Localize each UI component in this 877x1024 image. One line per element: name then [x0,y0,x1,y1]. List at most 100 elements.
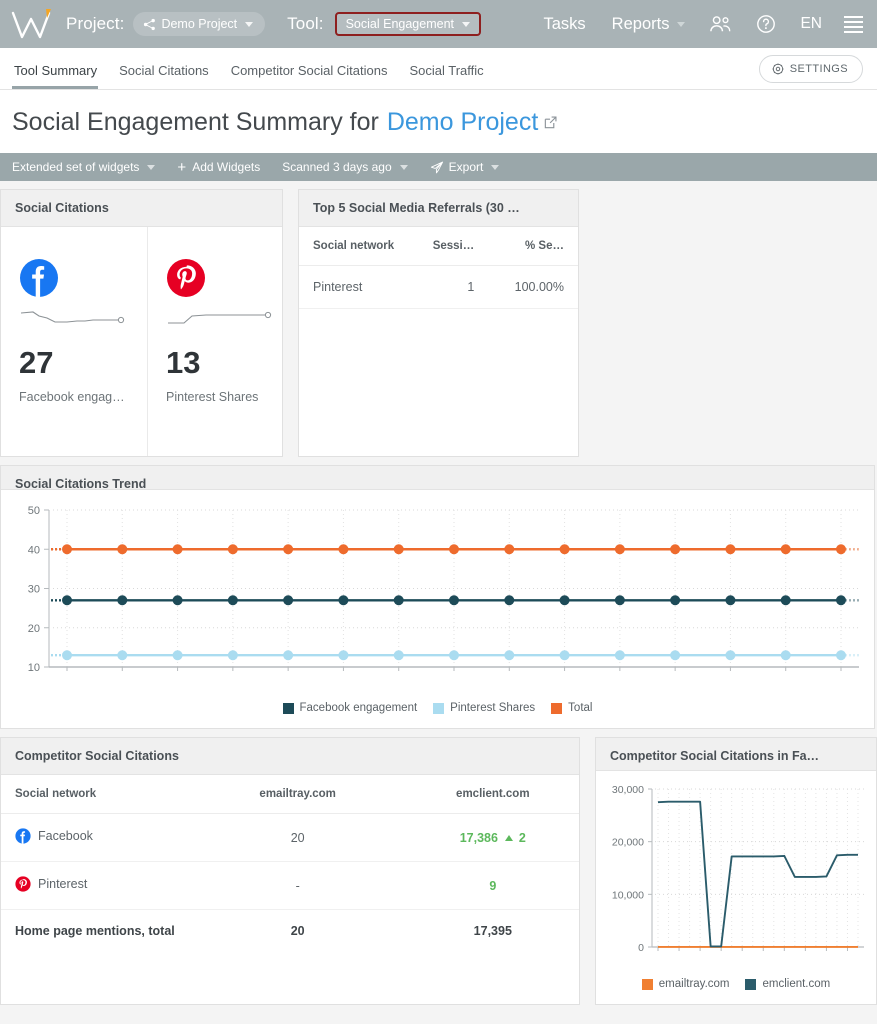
chevron-down-icon [400,165,408,170]
tab-label: Social Citations [119,63,209,78]
cell-emclient: 9 [407,862,579,910]
svg-text:10,000: 10,000 [612,889,644,901]
nav-tasks[interactable]: Tasks [543,15,585,34]
metric-card-facebook: 27 Facebook engage… [1,227,147,456]
social-citations-trend-chart: 1020304050 [5,500,871,685]
tool-selector[interactable]: Social Engagement [335,12,481,36]
col-emclient[interactable]: emclient.com [407,775,579,814]
sparkline-facebook [19,307,129,331]
legend-swatch [433,703,444,714]
menu-icon[interactable] [844,16,863,33]
settings-button[interactable]: SETTINGS [759,55,863,83]
widget-body: 27 Facebook engage… [1,227,282,456]
network-cell: Facebook [15,828,93,844]
col-emailtray[interactable]: emailtray.com [189,775,407,814]
pinterest-icon [166,255,206,301]
legend-label: Facebook engagement [300,702,418,714]
chevron-down-icon [677,22,685,27]
table-head: Social network Sessi… % Se… [299,227,578,266]
referrals-table: Social network Sessi… % Se… Pinterest 1 … [299,227,578,309]
nav-reports-label: Reports [612,15,670,34]
widget-social-citations: Social Citations [0,189,283,457]
col-social-network[interactable]: Social network [299,227,414,266]
tab-label: Competitor Social Citations [231,63,388,78]
export-label: Export [449,160,484,174]
chevron-down-icon [491,165,499,170]
project-label: Project: [66,14,124,34]
widget-title: Social Citations Trend [1,466,874,490]
svg-text:30,000: 30,000 [612,784,644,796]
legend-swatch [551,703,562,714]
metric-value: 13 [166,347,200,378]
gear-icon [772,63,784,75]
scan-status-selector[interactable]: Scanned 3 days ago [282,160,407,174]
network-cell: Pinterest [15,876,87,892]
widget-set-label: Extended set of widgets [12,160,139,174]
emclient-delta: 2 [519,831,526,845]
widget-body: Social network Sessi… % Se… Pinterest 1 … [299,227,578,456]
col-sessions[interactable]: Sessi… [414,227,496,266]
legend-label: emclient.com [762,978,830,990]
table-row: Facebook 20 17,386 2 [1,814,579,862]
tab-social-citations[interactable]: Social Citations [108,63,220,89]
app-root: Project: Demo Project Tool: Social Engag… [0,0,877,1024]
legend-item-emclient[interactable]: emclient.com [745,978,830,990]
legend-item-total[interactable]: Total [551,702,592,714]
page-title-project-link[interactable]: Demo Project [387,110,538,135]
tab-label: Tool Summary [14,63,97,78]
page-title-prefix: Social Engagement Summary for [12,110,379,135]
add-widgets-button[interactable]: + Add Widgets [177,160,260,175]
legend-item-facebook-engagement[interactable]: Facebook engagement [283,702,418,714]
table-body: Pinterest 1 100.00% [299,266,578,309]
widget-competitor-social-citations: Competitor Social Citations Social netwo… [0,737,580,1005]
network-name: Facebook [38,829,93,843]
tab-tool-summary[interactable]: Tool Summary [12,63,108,89]
widget-top-social-referrals: Top 5 Social Media Referrals (30 … Socia… [298,189,579,457]
legend-swatch [642,979,653,990]
widget-set-selector[interactable]: Extended set of widgets [12,160,155,174]
language-selector[interactable]: EN [800,15,822,33]
table-header-row: Social network emailtray.com emclient.co… [1,775,579,814]
cell-emailtray: - [189,862,407,910]
widget-body: 1020304050 Facebook engagement Pinterest… [1,490,874,728]
chart-legend-trend: Facebook engagement Pinterest Shares Tot… [1,694,874,728]
widget-body: 010,00020,00030,000 emailtray.com emclie… [596,771,876,1004]
chevron-down-icon [147,165,155,170]
tab-list: Tool Summary Social Citations Competitor… [12,48,495,89]
table-row: Pinterest 1 100.00% [299,266,578,309]
share-nodes-icon [143,18,156,31]
chart-canvas-trend: 1020304050 [1,490,874,694]
tool-selector-label: Social Engagement [346,17,454,31]
section-tabs: Tool Summary Social Citations Competitor… [0,48,877,90]
network-name: Pinterest [38,877,87,891]
table-row: Pinterest - 9 [1,862,579,910]
send-icon [430,161,444,174]
col-social-network[interactable]: Social network [1,775,189,814]
col-percent-sessions[interactable]: % Se… [496,227,578,266]
add-widgets-label: Add Widgets [192,160,260,174]
sparkline-pinterest [166,307,276,331]
cell-sessions: 1 [414,266,496,309]
export-button[interactable]: Export [430,160,500,174]
legend-label: Total [568,702,592,714]
widget-row-3: Competitor Social Citations Social netwo… [0,737,877,1005]
tab-social-traffic[interactable]: Social Traffic [398,63,494,89]
nav-reports[interactable]: Reports [612,15,686,34]
facebook-icon [15,828,31,844]
chart-canvas-competitor: 010,00020,00030,000 [596,771,876,974]
cell-total-label: Home page mentions, total [1,910,189,953]
cell-percent: 100.00% [496,266,578,309]
widget-title: Competitor Social Citations in Fa… [596,738,876,771]
legend-item-pinterest-shares[interactable]: Pinterest Shares [433,702,535,714]
users-icon[interactable] [709,15,732,33]
facebook-icon [19,255,59,301]
pinterest-icon [15,876,31,892]
help-icon[interactable] [756,14,776,34]
project-selector[interactable]: Demo Project [133,12,265,36]
widget-title: Social Citations [1,190,282,227]
external-link-icon[interactable] [543,115,558,130]
tab-competitor-social-citations[interactable]: Competitor Social Citations [220,63,399,89]
brand-logo[interactable] [10,7,56,41]
cell-emailtray: 20 [189,814,407,862]
legend-item-emailtray[interactable]: emailtray.com [642,978,730,990]
